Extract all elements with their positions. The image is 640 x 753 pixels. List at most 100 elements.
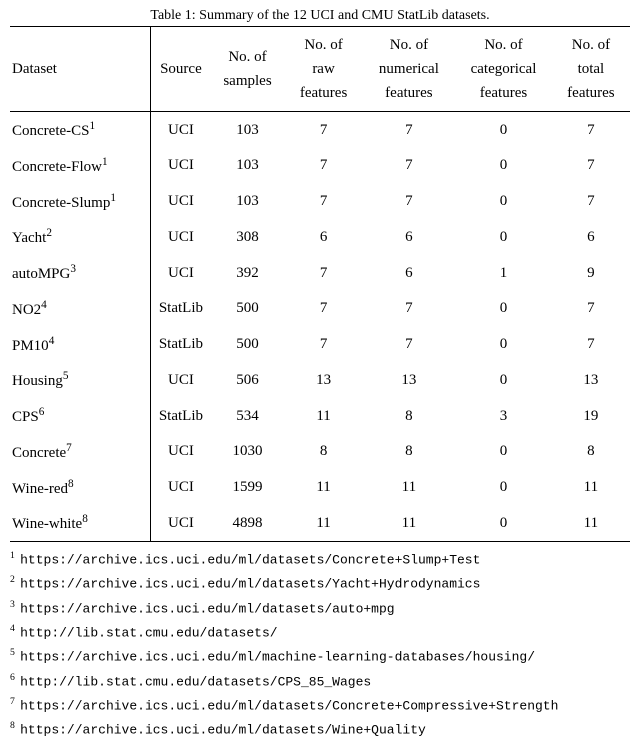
dataset-name: NO2 xyxy=(12,302,41,318)
footnote: 8 https://archive.ics.uci.edu/ml/dataset… xyxy=(10,720,630,737)
cell-source: UCI xyxy=(151,219,211,255)
footnote-number: 1 xyxy=(10,550,15,561)
cell-dataset: Concrete-CS1 xyxy=(10,112,151,148)
cell-samples: 1599 xyxy=(210,470,284,506)
cell-dataset: Wine-red8 xyxy=(10,470,151,506)
cell-dataset: autoMPG3 xyxy=(10,255,151,291)
cell-total: 7 xyxy=(552,327,630,363)
col-header-source: Source xyxy=(151,27,211,112)
dataset-footnote-ref: 7 xyxy=(66,442,72,454)
cell-raw: 7 xyxy=(285,291,363,327)
cell-source: UCI xyxy=(151,505,211,541)
table-row: Concrete-Slump1UCI1037707 xyxy=(10,184,630,220)
table-row: CPS6StatLib534118319 xyxy=(10,398,630,434)
cell-source: UCI xyxy=(151,434,211,470)
cell-samples: 500 xyxy=(210,327,284,363)
cell-categorical: 3 xyxy=(455,398,552,434)
cell-dataset: Concrete-Slump1 xyxy=(10,184,151,220)
cell-samples: 506 xyxy=(210,362,284,398)
cell-dataset: Concrete7 xyxy=(10,434,151,470)
footnote-number: 3 xyxy=(10,599,15,610)
footnote: 1 https://archive.ics.uci.edu/ml/dataset… xyxy=(10,550,630,567)
cell-raw: 11 xyxy=(285,470,363,506)
cell-source: UCI xyxy=(151,148,211,184)
col-header-samples: No. of samples xyxy=(210,27,284,112)
footnote: 2 https://archive.ics.uci.edu/ml/dataset… xyxy=(10,574,630,591)
footnote-number: 7 xyxy=(10,696,15,707)
cell-samples: 103 xyxy=(210,148,284,184)
cell-total: 8 xyxy=(552,434,630,470)
footnote-url: https://archive.ics.uci.edu/ml/datasets/… xyxy=(20,552,480,567)
dataset-name: autoMPG xyxy=(12,266,70,282)
dataset-name: CPS xyxy=(12,409,39,425)
cell-samples: 534 xyxy=(210,398,284,434)
table-row: NO24StatLib5007707 xyxy=(10,291,630,327)
cell-categorical: 0 xyxy=(455,219,552,255)
cell-total: 7 xyxy=(552,148,630,184)
cell-total: 9 xyxy=(552,255,630,291)
cell-samples: 103 xyxy=(210,112,284,148)
cell-dataset: Housing5 xyxy=(10,362,151,398)
cell-total: 13 xyxy=(552,362,630,398)
cell-numerical: 6 xyxy=(363,255,456,291)
cell-samples: 1030 xyxy=(210,434,284,470)
cell-dataset: CPS6 xyxy=(10,398,151,434)
dataset-footnote-ref: 1 xyxy=(89,120,95,132)
footnote: 3 https://archive.ics.uci.edu/ml/dataset… xyxy=(10,599,630,616)
table-row: autoMPG3UCI3927619 xyxy=(10,255,630,291)
cell-numerical: 8 xyxy=(363,434,456,470)
cell-dataset: Concrete-Flow1 xyxy=(10,148,151,184)
footnote-url: http://lib.stat.cmu.edu/datasets/ xyxy=(20,625,277,640)
footnote-url: https://archive.ics.uci.edu/ml/datasets/… xyxy=(20,577,480,592)
cell-total: 7 xyxy=(552,112,630,148)
col-header-numerical: No. of numerical features xyxy=(363,27,456,112)
cell-categorical: 0 xyxy=(455,148,552,184)
dataset-footnote-ref: 1 xyxy=(110,192,116,204)
cell-categorical: 0 xyxy=(455,362,552,398)
cell-numerical: 8 xyxy=(363,398,456,434)
cell-categorical: 0 xyxy=(455,505,552,541)
dataset-footnote-ref: 2 xyxy=(46,227,52,239)
datasets-table: Dataset Source No. of samples No. of raw… xyxy=(10,26,630,542)
cell-source: StatLib xyxy=(151,327,211,363)
cell-samples: 103 xyxy=(210,184,284,220)
col-header-raw: No. of raw features xyxy=(285,27,363,112)
cell-total: 11 xyxy=(552,505,630,541)
cell-source: UCI xyxy=(151,184,211,220)
dataset-footnote-ref: 8 xyxy=(82,513,88,525)
cell-raw: 11 xyxy=(285,398,363,434)
footnote-url: https://archive.ics.uci.edu/ml/machine-l… xyxy=(20,650,535,665)
dataset-footnote-ref: 5 xyxy=(63,370,69,382)
dataset-name: Concrete xyxy=(12,445,66,461)
cell-raw: 7 xyxy=(285,327,363,363)
cell-dataset: Yacht2 xyxy=(10,219,151,255)
footnote-number: 8 xyxy=(10,720,15,731)
dataset-name: Housing xyxy=(12,373,63,389)
cell-source: UCI xyxy=(151,112,211,148)
cell-numerical: 7 xyxy=(363,291,456,327)
table-row: Concrete-Flow1UCI1037707 xyxy=(10,148,630,184)
cell-total: 19 xyxy=(552,398,630,434)
cell-samples: 308 xyxy=(210,219,284,255)
cell-total: 7 xyxy=(552,291,630,327)
dataset-name: Yacht xyxy=(12,230,46,246)
cell-categorical: 0 xyxy=(455,434,552,470)
table-row: Housing5UCI5061313013 xyxy=(10,362,630,398)
footnote: 4 http://lib.stat.cmu.edu/datasets/ xyxy=(10,623,630,640)
cell-samples: 500 xyxy=(210,291,284,327)
table-row: Concrete7UCI10308808 xyxy=(10,434,630,470)
table-row: Concrete-CS1UCI1037707 xyxy=(10,112,630,148)
cell-numerical: 11 xyxy=(363,505,456,541)
table-row: Wine-red8UCI15991111011 xyxy=(10,470,630,506)
cell-categorical: 0 xyxy=(455,112,552,148)
footnote-number: 4 xyxy=(10,623,15,634)
cell-total: 7 xyxy=(552,184,630,220)
dataset-footnote-ref: 4 xyxy=(49,335,55,347)
footnote: 6 http://lib.stat.cmu.edu/datasets/CPS_8… xyxy=(10,672,630,689)
dataset-name: Concrete-CS xyxy=(12,123,89,139)
dataset-name: Wine-red xyxy=(12,481,68,497)
footnote-number: 6 xyxy=(10,672,15,683)
cell-categorical: 0 xyxy=(455,470,552,506)
cell-numerical: 7 xyxy=(363,184,456,220)
cell-raw: 8 xyxy=(285,434,363,470)
